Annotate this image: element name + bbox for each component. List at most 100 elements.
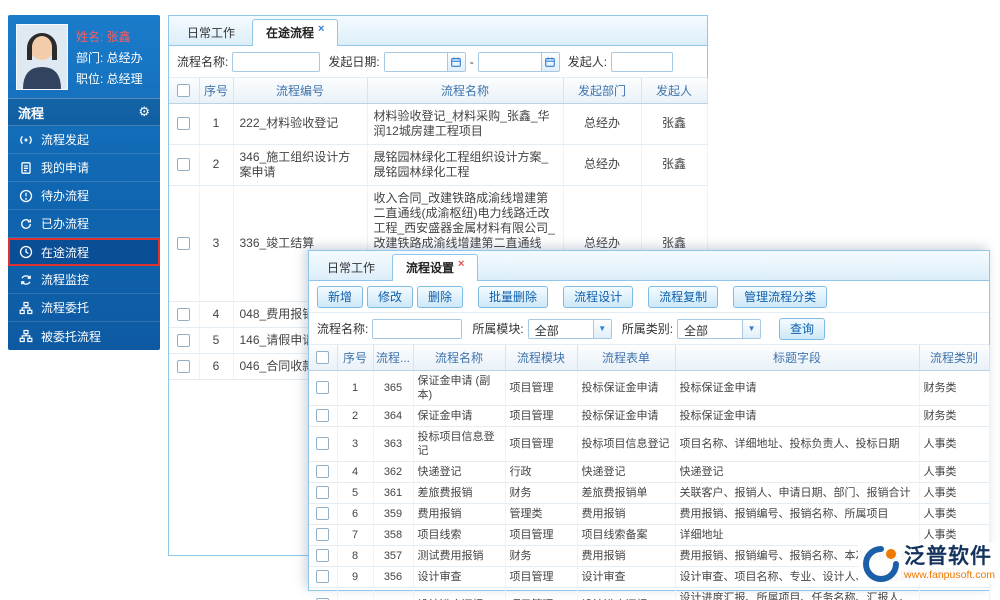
table-row[interactable]: 10 355 设计进度汇报 项目管理 设计进度汇报 设计进度汇报、所属项目、任务…	[309, 587, 990, 600]
cell-name: 测试费用报销	[413, 545, 506, 567]
table-row[interactable]: 1 365 保证金申请 (副本) 项目管理 投标保证金申请 投标保证金申请 财务…	[309, 370, 990, 406]
table-row[interactable]: 7 358 项目线索 项目管理 项目线索备案 详细地址 人事类	[309, 524, 990, 546]
row-checkbox[interactable]	[316, 549, 330, 562]
row-checkbox[interactable]	[177, 158, 191, 171]
row-checkbox[interactable]	[177, 359, 191, 373]
row-checkbox[interactable]	[316, 409, 330, 422]
select-all-checkbox[interactable]	[177, 83, 191, 97]
category-select[interactable]: 全部 ▼	[677, 318, 762, 339]
tab-daily-work[interactable]: 日常工作	[313, 255, 389, 280]
gear-icon[interactable]: ⚙	[138, 104, 150, 120]
cell-id: 358	[373, 524, 414, 546]
process-name-input[interactable]	[372, 318, 463, 339]
col-header-no[interactable]: 序号	[199, 78, 234, 104]
sidebar-item-label: 流程发起	[41, 133, 90, 147]
row-checkbox[interactable]	[177, 117, 191, 130]
process-copy-button[interactable]: 流程复制	[648, 285, 719, 308]
row-checkbox[interactable]	[316, 381, 330, 394]
app-canvas: 姓名: 张鑫 部门: 总经办 职位: 总经理 流程 ⚙ 流程发起 我的申请 待办…	[0, 0, 1000, 600]
cell-id: 355	[373, 587, 414, 600]
w2-filterbar: 流程名称: 所属模块: 全部 ▼ 所属类别: 全部 ▼ 查询	[309, 313, 989, 345]
chevron-down-icon: ▼	[592, 319, 611, 338]
col-header-name[interactable]: 流程名称	[413, 345, 506, 371]
sidebar-item-pending-processes[interactable]: 待办流程	[8, 182, 160, 210]
calendar-icon[interactable]	[446, 52, 465, 71]
tab-close-icon[interactable]: ×	[318, 23, 324, 35]
calendar-icon[interactable]	[540, 52, 559, 71]
delete-button[interactable]: 删除	[417, 285, 464, 308]
start-date-to-input[interactable]	[478, 52, 541, 71]
w2-tabbar: 日常工作 流程设置 ×	[309, 251, 989, 281]
manage-category-button[interactable]: 管理流程分类	[733, 285, 828, 308]
cell-no: 7	[337, 524, 374, 546]
row-checkbox[interactable]	[177, 236, 191, 250]
cell-id: 357	[373, 545, 414, 567]
tab-in-transit[interactable]: 在途流程 ×	[252, 19, 339, 46]
col-header-id[interactable]: 流程...	[373, 345, 414, 371]
sidebar-item-process-delegate[interactable]: 流程委托	[8, 294, 160, 322]
col-header-form[interactable]: 流程表单	[577, 345, 676, 371]
table-row[interactable]: 4 362 快递登记 行政 快递登记 快递登记 人事类	[309, 461, 990, 483]
tab-close-icon[interactable]: ×	[458, 258, 464, 270]
select-all-cell	[169, 78, 200, 104]
row-checkbox[interactable]	[177, 333, 191, 347]
process-design-button[interactable]: 流程设计	[563, 285, 634, 308]
cell-module: 项目管理	[505, 566, 578, 588]
row-checkbox[interactable]	[316, 570, 330, 583]
cell-no: 6	[337, 503, 374, 525]
col-header-module[interactable]: 流程模块	[505, 345, 578, 371]
cell-no: 5	[199, 327, 234, 354]
col-header-category[interactable]: 流程类别	[919, 345, 990, 371]
refresh-icon	[21, 218, 31, 229]
table-row[interactable]: 2 346_施工组织设计方案申请 晟铭园林绿化工程组织设计方案_晟铭园林绿化工程…	[169, 144, 708, 186]
sidebar-item-process-monitor[interactable]: 流程监控	[8, 266, 160, 294]
initiator-input[interactable]	[611, 51, 674, 72]
cell-name: 差旅费报销	[413, 482, 506, 504]
query-button[interactable]: 查询	[779, 317, 826, 340]
table-row[interactable]: 5 361 差旅费报销 财务 差旅费报销单 关联客户、报销人、申请日期、部门、报…	[309, 482, 990, 504]
row-checkbox[interactable]	[316, 437, 330, 450]
sidebar-item-process-start[interactable]: 流程发起	[8, 126, 160, 154]
cell-category: 人事类	[919, 524, 990, 546]
cell-form: 快递登记	[577, 461, 676, 483]
table-row[interactable]: 3 363 投标项目信息登记 项目管理 投标项目信息登记 项目名称、详细地址、投…	[309, 426, 990, 462]
cell-title-field: 投标保证金申请	[675, 405, 920, 427]
start-date-from-input[interactable]	[384, 52, 447, 71]
sidebar-item-done-processes[interactable]: 已办流程	[8, 210, 160, 238]
cell-id: 359	[373, 503, 414, 525]
table-row[interactable]: 1 222_材料验收登记 材料验收登记_材料采购_张鑫_华润12城房建工程项目 …	[169, 103, 708, 145]
row-checkbox[interactable]	[316, 486, 330, 499]
col-header-title-field[interactable]: 标题字段	[675, 345, 920, 371]
sidebar-item-delegated-processes[interactable]: 被委托流程	[8, 322, 160, 350]
cell-category: 人事类	[919, 426, 990, 462]
sidebar-item-in-transit-processes[interactable]: 在途流程	[8, 238, 160, 266]
col-header-initiator[interactable]: 发起人	[641, 78, 708, 104]
sidebar-item-my-applications[interactable]: 我的申请	[8, 154, 160, 182]
cell-initiator: 张鑫	[641, 103, 708, 145]
cell-id: 363	[373, 426, 414, 462]
alert-icon	[19, 189, 33, 202]
select-all-checkbox[interactable]	[316, 350, 330, 364]
row-checkbox[interactable]	[316, 465, 330, 478]
batch-delete-button[interactable]: 批量删除	[478, 285, 549, 308]
cell-title-field: 投标保证金申请	[675, 370, 920, 406]
cell-form: 费用报销	[577, 503, 676, 525]
col-header-dept[interactable]: 发起部门	[563, 78, 642, 104]
module-select[interactable]: 全部 ▼	[527, 318, 612, 339]
process-name-input[interactable]	[232, 51, 321, 72]
col-header-name[interactable]: 流程名称	[367, 78, 564, 104]
profile-position: 职位: 总经理	[76, 72, 143, 86]
col-header-code[interactable]: 流程编号	[233, 78, 368, 104]
row-checkbox[interactable]	[316, 507, 330, 520]
table-row[interactable]: 2 364 保证金申请 项目管理 投标保证金申请 投标保证金申请 财务类	[309, 405, 990, 427]
table-row[interactable]: 6 359 费用报销 管理类 费用报销 费用报销、报销编号、报销名称、所属项目 …	[309, 503, 990, 525]
cell-name: 费用报销	[413, 503, 506, 525]
row-checkbox[interactable]	[316, 528, 330, 541]
col-header-no[interactable]: 序号	[337, 345, 374, 371]
add-button[interactable]: 新增	[317, 285, 364, 308]
edit-button[interactable]: 修改	[367, 285, 414, 308]
tab-process-settings[interactable]: 流程设置 ×	[392, 254, 479, 281]
row-checkbox[interactable]	[177, 307, 191, 321]
sidebar-item-label: 被委托流程	[41, 329, 102, 344]
tab-daily-work[interactable]: 日常工作	[173, 20, 249, 45]
